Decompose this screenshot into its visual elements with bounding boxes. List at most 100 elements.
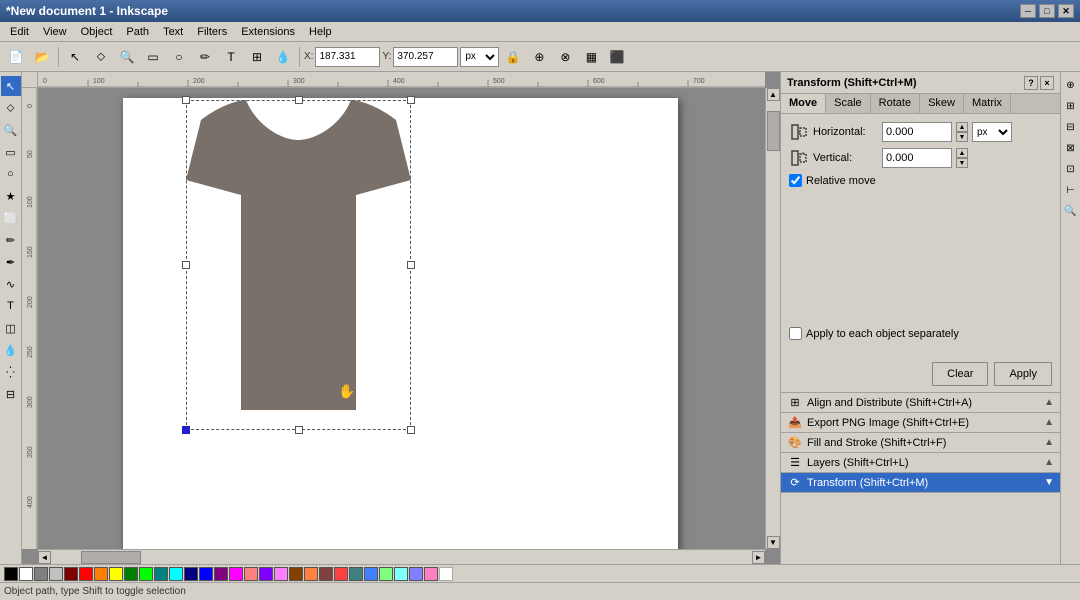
color-cornflower[interactable] bbox=[364, 567, 378, 581]
color-lime[interactable] bbox=[139, 567, 153, 581]
color-peach[interactable] bbox=[304, 567, 318, 581]
dropper-tool[interactable]: 💧 bbox=[271, 45, 295, 69]
tab-scale[interactable]: Scale bbox=[826, 94, 871, 113]
sidebar-icons6-btn[interactable]: ⊢ bbox=[1062, 181, 1080, 199]
tab-skew[interactable]: Skew bbox=[920, 94, 964, 113]
apply-button[interactable]: Apply bbox=[994, 362, 1052, 386]
menu-extensions[interactable]: Extensions bbox=[235, 25, 301, 39]
menu-view[interactable]: View bbox=[37, 25, 73, 39]
menu-filters[interactable]: Filters bbox=[191, 25, 233, 39]
lock-btn[interactable]: 🔒 bbox=[501, 45, 525, 69]
color-dark-red[interactable] bbox=[319, 567, 333, 581]
sidebar-icons7-btn[interactable]: 🔍 bbox=[1062, 202, 1080, 220]
tool-select[interactable]: ↖ bbox=[1, 76, 21, 96]
y-input[interactable] bbox=[393, 47, 458, 67]
color-periwinkle[interactable] bbox=[409, 567, 423, 581]
horizontal-spin-up[interactable]: ▲ bbox=[956, 122, 968, 132]
sidebar-icons5-btn[interactable]: ⊡ bbox=[1062, 160, 1080, 178]
color-orange[interactable] bbox=[94, 567, 108, 581]
color-yellow[interactable] bbox=[109, 567, 123, 581]
color-light-red[interactable] bbox=[334, 567, 348, 581]
color-light-cyan[interactable] bbox=[394, 567, 408, 581]
color-rose[interactable] bbox=[424, 567, 438, 581]
panel-align[interactable]: ⊞ Align and Distribute (Shift+Ctrl+A) ▲ bbox=[781, 393, 1060, 413]
tshirt-container[interactable] bbox=[186, 100, 411, 430]
color-slate[interactable] bbox=[349, 567, 363, 581]
h-scroll-thumb[interactable] bbox=[81, 551, 141, 564]
panel-layers[interactable]: ☰ Layers (Shift+Ctrl+L) ▲ bbox=[781, 453, 1060, 473]
tool-ellipse[interactable]: ○ bbox=[1, 164, 21, 184]
tool-rect[interactable]: ▭ bbox=[1, 142, 21, 162]
handle-mid-top[interactable] bbox=[295, 96, 303, 104]
tab-rotate[interactable]: Rotate bbox=[871, 94, 920, 113]
color-green[interactable] bbox=[124, 567, 138, 581]
handle-bottom-left[interactable] bbox=[182, 426, 190, 434]
align-collapse[interactable]: ▲ bbox=[1044, 397, 1054, 408]
menu-path[interactable]: Path bbox=[120, 25, 155, 39]
color-light-magenta[interactable] bbox=[274, 567, 288, 581]
tool-spray[interactable]: ⁛ bbox=[1, 362, 21, 382]
tool-gradient[interactable]: ◫ bbox=[1, 318, 21, 338]
transform-collapse[interactable]: ▼ bbox=[1044, 477, 1054, 488]
handle-top-left[interactable] bbox=[182, 96, 190, 104]
menu-object[interactable]: Object bbox=[75, 25, 119, 39]
color-brown[interactable] bbox=[289, 567, 303, 581]
panel-fill[interactable]: 🎨 Fill and Stroke (Shift+Ctrl+F) ▲ bbox=[781, 433, 1060, 453]
menu-text[interactable]: Text bbox=[157, 25, 189, 39]
fill-collapse[interactable]: ▲ bbox=[1044, 437, 1054, 448]
relative-move-checkbox[interactable] bbox=[789, 174, 802, 187]
tool-pen[interactable]: ✏ bbox=[1, 230, 21, 250]
tool-star[interactable]: ★ bbox=[1, 186, 21, 206]
text-tool[interactable]: T bbox=[219, 45, 243, 69]
color-blue[interactable] bbox=[199, 567, 213, 581]
color-white[interactable] bbox=[19, 567, 33, 581]
handle-mid-bottom[interactable] bbox=[295, 426, 303, 434]
color-black[interactable] bbox=[4, 567, 18, 581]
group-btn[interactable]: ▦ bbox=[579, 45, 603, 69]
select-tool[interactable]: ↖ bbox=[63, 45, 87, 69]
color-magenta[interactable] bbox=[229, 567, 243, 581]
vertical-scrollbar[interactable]: ▲ ▼ bbox=[765, 88, 780, 549]
horizontal-spin-down[interactable]: ▼ bbox=[956, 132, 968, 142]
vertical-input[interactable] bbox=[882, 148, 952, 168]
sidebar-icons3-btn[interactable]: ⊟ bbox=[1062, 118, 1080, 136]
color-navy[interactable] bbox=[184, 567, 198, 581]
zoom-tool[interactable]: 🔍 bbox=[115, 45, 139, 69]
horizontal-unit[interactable]: px mm cm in bbox=[972, 122, 1012, 142]
close-button[interactable]: ✕ bbox=[1058, 4, 1074, 18]
scroll-down-btn[interactable]: ▼ bbox=[767, 536, 780, 549]
gradient-tool[interactable]: ⊞ bbox=[245, 45, 269, 69]
vertical-spin-down[interactable]: ▼ bbox=[956, 158, 968, 168]
v-scroll-thumb[interactable] bbox=[767, 111, 780, 151]
color-pink[interactable] bbox=[244, 567, 258, 581]
color-mint[interactable] bbox=[379, 567, 393, 581]
unit-select[interactable]: px mm cm in bbox=[460, 47, 499, 67]
menu-help[interactable]: Help bbox=[303, 25, 338, 39]
node-tool[interactable]: ⬦ bbox=[89, 45, 113, 69]
snap2-btn[interactable]: ⊗ bbox=[553, 45, 577, 69]
apply-each-checkbox[interactable] bbox=[789, 327, 802, 340]
handle-bottom-right[interactable] bbox=[407, 426, 415, 434]
panel-export[interactable]: 📤 Export PNG Image (Shift+Ctrl+E) ▲ bbox=[781, 413, 1060, 433]
tool-pencil[interactable]: ✒ bbox=[1, 252, 21, 272]
color-silver[interactable] bbox=[49, 567, 63, 581]
tool-dropper[interactable]: 💧 bbox=[1, 340, 21, 360]
canvas-viewport[interactable]: ✋ bbox=[38, 88, 765, 549]
rect-tool[interactable]: ▭ bbox=[141, 45, 165, 69]
scroll-up-btn[interactable]: ▲ bbox=[767, 88, 780, 101]
pen-tool[interactable]: ✏ bbox=[193, 45, 217, 69]
panel-collapse-btn[interactable]: × bbox=[1040, 76, 1054, 90]
scroll-left-btn[interactable]: ◄ bbox=[38, 551, 51, 564]
scroll-right-btn[interactable]: ► bbox=[752, 551, 765, 564]
tool-3d[interactable]: ⬜ bbox=[1, 208, 21, 228]
panel-help-btn[interactable]: ? bbox=[1024, 76, 1038, 90]
tool-node[interactable]: ⬦ bbox=[1, 98, 21, 118]
panel-transform-item[interactable]: ⟳ Transform (Shift+Ctrl+M) ▼ bbox=[781, 473, 1060, 493]
layers-collapse[interactable]: ▲ bbox=[1044, 457, 1054, 468]
canvas-area[interactable]: 0 100 200 300 400 500 600 700 bbox=[22, 72, 780, 564]
color-red[interactable] bbox=[79, 567, 93, 581]
handle-top-right[interactable] bbox=[407, 96, 415, 104]
color-violet[interactable] bbox=[259, 567, 273, 581]
new-button[interactable]: 📄 bbox=[4, 45, 28, 69]
tab-move[interactable]: Move bbox=[781, 94, 826, 113]
